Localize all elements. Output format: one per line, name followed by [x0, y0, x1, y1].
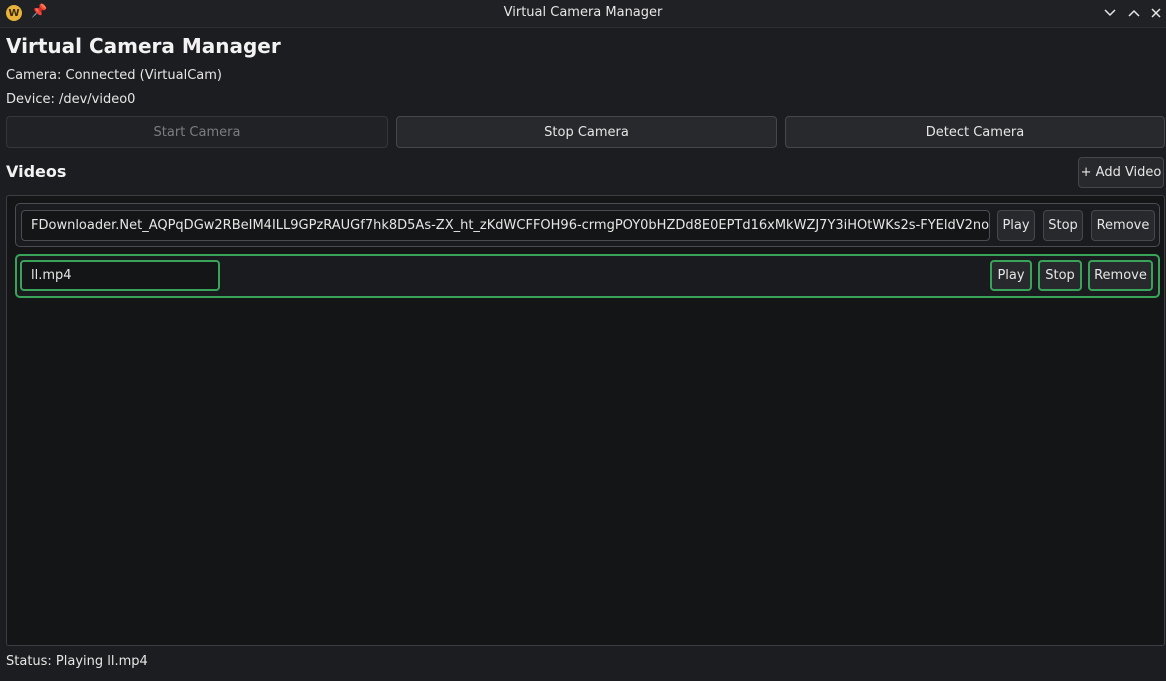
close-icon — [1151, 8, 1161, 18]
camera-status-text: Camera: Connected (VirtualCam) — [6, 68, 222, 83]
maximize-button[interactable] — [1124, 3, 1144, 23]
videos-heading: Videos — [6, 162, 67, 181]
stop-video-button[interactable]: Stop — [1043, 210, 1083, 241]
remove-video-button[interactable]: Remove — [1088, 260, 1153, 291]
window-title: Virtual Camera Manager — [503, 5, 663, 20]
close-button[interactable] — [1146, 3, 1166, 23]
video-name-field[interactable]: FDownloader.Net_AQPqDGw2RBeIM4ILL9GPzRAU… — [21, 210, 990, 241]
stop-camera-button[interactable]: Stop Camera — [396, 116, 777, 148]
video-name-field[interactable]: ll.mp4 — [20, 260, 220, 291]
video-row: FDownloader.Net_AQPqDGw2RBeIM4ILL9GPzRAU… — [15, 203, 1160, 247]
chevron-up-icon — [1128, 9, 1140, 17]
chevron-down-icon — [1104, 9, 1116, 17]
play-video-button[interactable]: Play — [997, 210, 1035, 241]
status-bar-text: Status: Playing ll.mp4 — [6, 654, 148, 669]
start-camera-button[interactable]: Start Camera — [6, 116, 388, 148]
video-row-active: ll.mp4 Play Stop Remove — [15, 254, 1160, 298]
stop-video-button[interactable]: Stop — [1038, 260, 1082, 291]
title-bar: W 📌 Virtual Camera Manager — [0, 0, 1166, 28]
add-video-button[interactable]: + Add Video — [1078, 157, 1164, 188]
detect-camera-button[interactable]: Detect Camera — [785, 116, 1165, 148]
minimize-button[interactable] — [1100, 3, 1120, 23]
remove-video-button[interactable]: Remove — [1091, 210, 1155, 241]
page-title: Virtual Camera Manager — [6, 34, 281, 58]
play-video-button[interactable]: Play — [990, 260, 1032, 291]
device-path-text: Device: /dev/video0 — [6, 92, 136, 107]
video-list[interactable]: FDownloader.Net_AQPqDGw2RBeIM4ILL9GPzRAU… — [6, 195, 1165, 646]
